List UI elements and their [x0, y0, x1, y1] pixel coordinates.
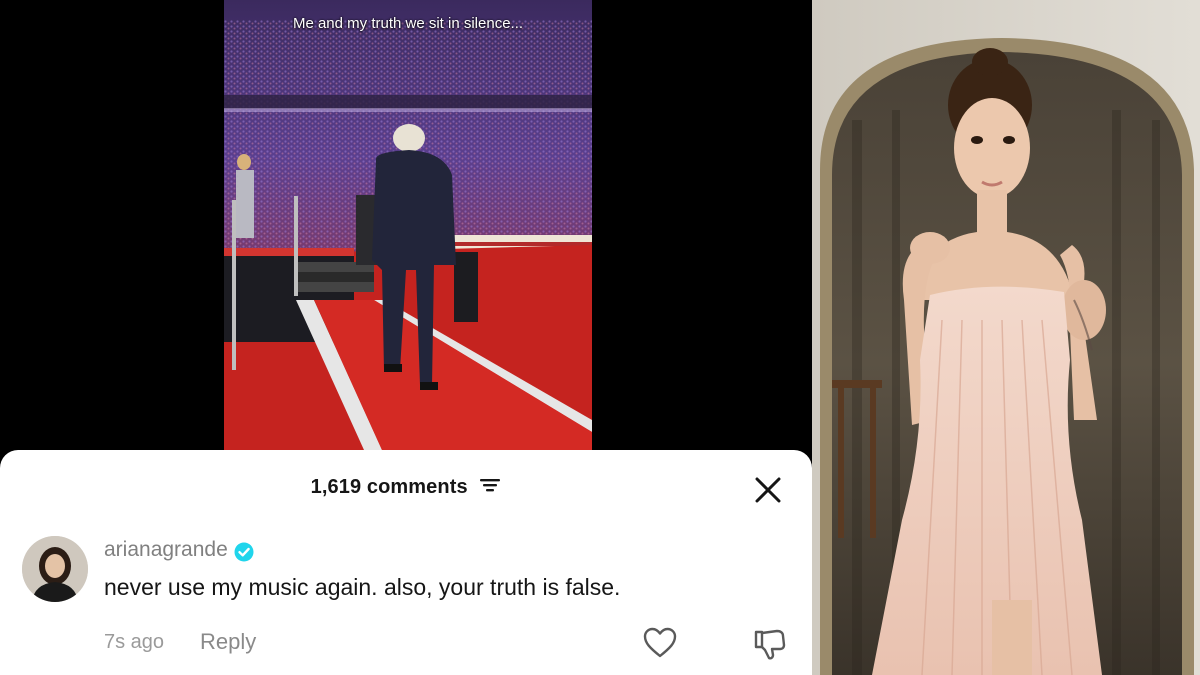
comments-sheet: 1,619 comments arianagrande never use my… — [0, 450, 812, 675]
video-scene — [224, 0, 592, 450]
photo-panel — [812, 0, 1200, 675]
video-caption: Me and my truth we sit in silence... — [292, 15, 524, 32]
comment-username[interactable]: arianagrande — [104, 538, 228, 562]
close-button[interactable] — [752, 474, 784, 506]
video-frame[interactable]: Me and my truth we sit in silence... — [224, 0, 592, 450]
heart-icon — [643, 627, 677, 658]
close-icon — [755, 477, 781, 503]
portrait-photo — [812, 0, 1200, 675]
like-button[interactable] — [642, 626, 678, 660]
filter-icon[interactable] — [479, 476, 501, 499]
comment-item: arianagrande never use my music again. a… — [22, 534, 802, 674]
comments-header: 1,619 comments — [0, 476, 812, 499]
thumbs-down-icon — [754, 629, 786, 660]
comment-time: 7s ago — [104, 631, 165, 653]
comments-count: 1,619 comments — [310, 476, 468, 498]
dislike-button[interactable] — [752, 626, 788, 662]
comment-text: never use my music again. also, your tru… — [104, 574, 621, 600]
verified-badge-icon — [234, 542, 254, 562]
video-panel: Me and my truth we sit in silence... 1,6… — [0, 0, 812, 675]
reply-button[interactable]: Reply — [200, 629, 256, 655]
avatar[interactable] — [22, 536, 88, 602]
